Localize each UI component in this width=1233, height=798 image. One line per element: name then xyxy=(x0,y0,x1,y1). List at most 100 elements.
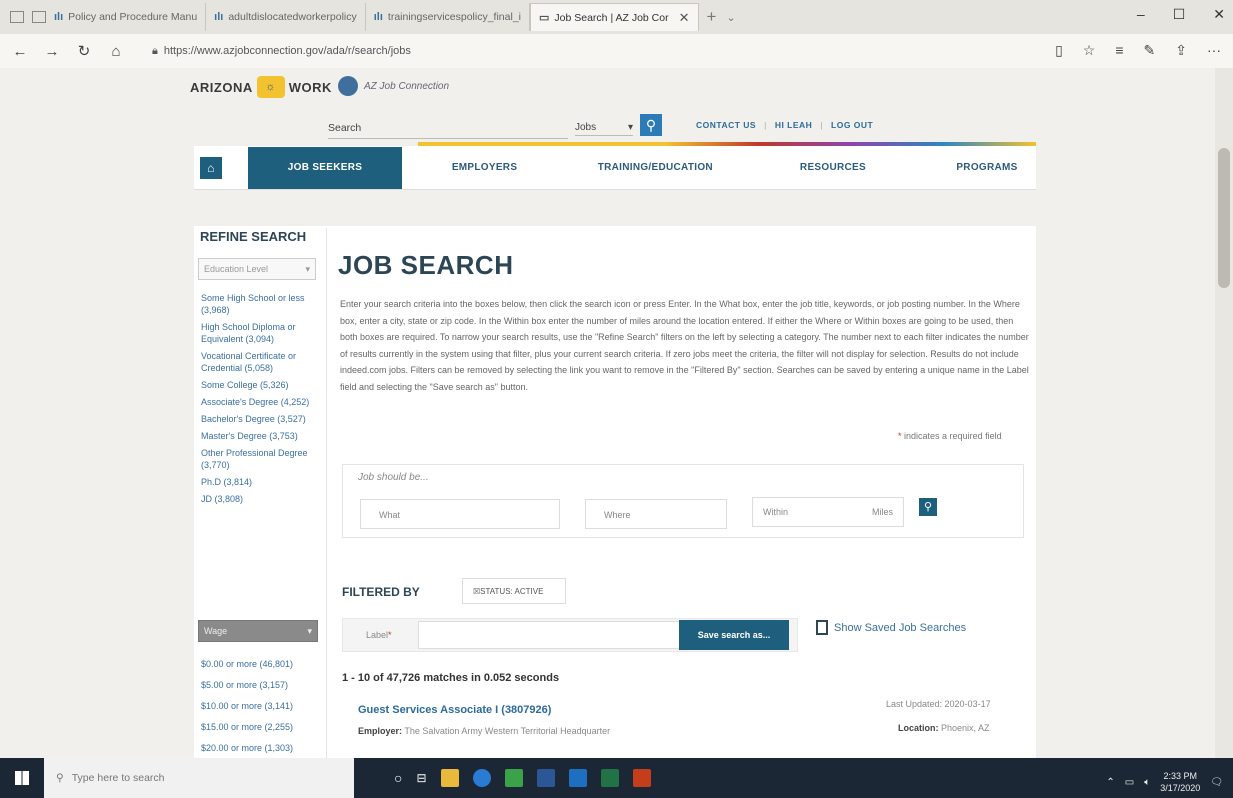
url-field[interactable]: 🔒︎ https://www.azjobconnection.gov/ada/r… xyxy=(152,45,411,58)
label-field-label: Label* xyxy=(366,630,392,640)
filter-link[interactable]: $15.00 or more (2,255) xyxy=(201,721,323,733)
pdf-icon: ılı xyxy=(54,11,64,23)
favorites-list-icon[interactable]: ≡ xyxy=(1115,42,1123,59)
search-icon[interactable]: ⚲ xyxy=(640,114,662,136)
browser-tab-active[interactable]: ▭ Job Search | AZ Job Cor ✕ xyxy=(530,3,699,31)
volume-icon[interactable]: 🔈︎ xyxy=(1144,777,1150,788)
nav-training-education[interactable]: TRAINING/EDUCATION xyxy=(587,162,724,173)
favorite-star-icon[interactable]: ☆ xyxy=(1083,42,1096,59)
top-links: CONTACT US | HI LEAH | LOG OUT xyxy=(696,120,873,130)
tab-label: adultdislocatedworkerpolicy xyxy=(228,11,357,23)
what-input[interactable]: What xyxy=(360,499,560,529)
tab-label: Job Search | AZ Job Cor xyxy=(554,11,669,24)
edge-icon[interactable] xyxy=(472,769,491,787)
where-input[interactable]: Where xyxy=(585,499,727,529)
taskbar-apps: ○ ⊟ xyxy=(394,769,651,787)
scrollbar-thumb[interactable] xyxy=(1218,148,1230,288)
refresh-icon[interactable]: ↻ xyxy=(68,42,100,60)
status-filter-chip[interactable]: ☒STATUS: ACTIVE xyxy=(462,578,566,604)
home-icon[interactable]: ⌂ xyxy=(100,43,132,60)
nav-job-seekers[interactable]: JOB SEEKERS xyxy=(247,146,403,189)
pen-icon[interactable]: ✎ xyxy=(1144,42,1156,59)
network-icon[interactable]: ▭ xyxy=(1125,777,1134,788)
page-scrollbar[interactable] xyxy=(1215,68,1233,758)
reading-view-icon[interactable]: ▯ xyxy=(1055,42,1063,59)
nav-resources[interactable]: RESOURCES xyxy=(784,162,882,173)
maximize-icon[interactable]: ☐ xyxy=(1173,6,1186,23)
window-controls: – ☐ ✕ xyxy=(1137,6,1225,23)
show-saved-searches-link[interactable]: Show Saved Job Searches xyxy=(816,620,966,635)
page-icon: ▭ xyxy=(539,12,550,24)
browser-tab[interactable]: ılı Policy and Procedure Manu xyxy=(46,3,207,31)
user-greeting-link[interactable]: HI LEAH xyxy=(775,120,813,130)
job-updated: Last Updated: 2020-03-17 xyxy=(886,699,991,709)
filter-link[interactable]: Some College (5,326) xyxy=(201,379,319,391)
search-icon[interactable]: ⚲ xyxy=(919,498,937,516)
within-input[interactable]: Within Miles xyxy=(752,497,904,527)
filter-link[interactable]: $0.00 or more (46,801) xyxy=(201,658,323,670)
cortana-icon[interactable]: ○ xyxy=(394,770,402,786)
browser-tab-bar: ılı Policy and Procedure Manu ılı adultd… xyxy=(0,0,1233,34)
share-icon[interactable]: ⇪ xyxy=(1175,42,1187,59)
browser-tab[interactable]: ılı trainingservicespolicy_final_i xyxy=(366,3,530,31)
filter-link[interactable]: Associate's Degree (4,252) xyxy=(201,396,319,408)
employer-label: Employer: xyxy=(358,726,403,736)
file-explorer-icon[interactable] xyxy=(440,769,459,787)
filter-link[interactable]: High School Diploma or Equivalent (3,094… xyxy=(201,321,319,345)
tab-actions-icon[interactable] xyxy=(10,11,24,23)
clock[interactable]: 2:33 PM 3/17/2020 xyxy=(1160,770,1200,794)
save-search-button[interactable]: Save search as... xyxy=(679,620,789,650)
filter-link[interactable]: Vocational Certificate or Credential (5,… xyxy=(201,350,319,374)
app-icon[interactable] xyxy=(504,769,523,787)
start-button[interactable] xyxy=(0,758,44,798)
filter-link[interactable]: $5.00 or more (3,157) xyxy=(201,679,323,691)
new-tab-button[interactable]: + xyxy=(707,7,717,27)
forward-icon[interactable]: → xyxy=(36,43,68,60)
close-tab-icon[interactable]: ✕ xyxy=(679,10,690,26)
filter-link[interactable]: Ph.D (3,814) xyxy=(201,476,319,488)
outlook-icon[interactable] xyxy=(568,769,587,787)
close-window-icon[interactable]: ✕ xyxy=(1213,6,1225,23)
job-title-link[interactable]: Guest Services Associate I (3807926) xyxy=(358,704,551,716)
taskbar-search-placeholder: Type here to search xyxy=(71,772,165,784)
filter-link[interactable]: Other Professional Degree (3,770) xyxy=(201,447,319,471)
location-value: Phoenix, AZ xyxy=(941,723,990,733)
filter-link[interactable]: Master's Degree (3,753) xyxy=(201,430,319,442)
contact-us-link[interactable]: CONTACT US xyxy=(696,120,756,130)
az-job-connection-logo[interactable]: AZ Job Connection xyxy=(338,76,449,96)
chevron-down-icon[interactable]: ⌄ xyxy=(726,11,735,24)
filter-link[interactable]: Bachelor's Degree (3,527) xyxy=(201,413,319,425)
taskbar-search[interactable]: ⚲ Type here to search xyxy=(44,758,354,798)
filter-link[interactable]: Some High School or less (3,968) xyxy=(201,292,319,316)
intro-text: Enter your search criteria into the boxe… xyxy=(340,299,1029,392)
notifications-icon[interactable]: 🗨︎ xyxy=(1210,777,1223,788)
divider: | xyxy=(820,120,824,130)
site-search-input[interactable]: Search xyxy=(328,122,361,134)
filter-link[interactable]: JD (3,808) xyxy=(201,493,319,505)
wage-select[interactable]: Wage ▾ xyxy=(198,620,318,642)
logout-link[interactable]: LOG OUT xyxy=(831,120,873,130)
more-icon[interactable]: ··· xyxy=(1207,42,1221,59)
search-box-label: Job should be... xyxy=(358,472,429,483)
search-scope-select[interactable]: Jobs ▾ xyxy=(575,120,633,136)
task-view-icon[interactable]: ⊟ xyxy=(416,771,426,785)
nav-programs[interactable]: PROGRAMS xyxy=(938,162,1036,173)
filter-link[interactable]: $10.00 or more (3,141) xyxy=(201,700,323,712)
tab-preview-icon[interactable] xyxy=(32,11,46,23)
caret-down-icon: ▾ xyxy=(307,625,312,636)
education-level-select[interactable]: Education Level ▾ xyxy=(198,258,316,280)
filter-link[interactable]: $20.00 or more (1,303) xyxy=(201,742,323,754)
clock-time: 2:33 PM xyxy=(1163,771,1198,781)
label-input[interactable] xyxy=(418,621,680,649)
chevron-up-icon[interactable]: ⌃ xyxy=(1106,777,1114,788)
browser-tab[interactable]: ılı adultdislocatedworkerpolicy xyxy=(206,3,366,31)
word-icon[interactable] xyxy=(536,769,555,787)
back-icon[interactable]: ← xyxy=(4,43,36,60)
powerpoint-icon[interactable] xyxy=(632,769,651,787)
home-icon[interactable]: ⌂ xyxy=(200,156,222,179)
minimize-icon[interactable]: – xyxy=(1137,6,1145,23)
nav-employers[interactable]: EMPLOYERS xyxy=(440,162,528,173)
excel-icon[interactable] xyxy=(600,769,619,787)
arizona-work-logo[interactable]: ARIZONA ☼ WORK xyxy=(190,76,332,98)
url-text: https://www.azjobconnection.gov/ada/r/se… xyxy=(163,45,411,57)
